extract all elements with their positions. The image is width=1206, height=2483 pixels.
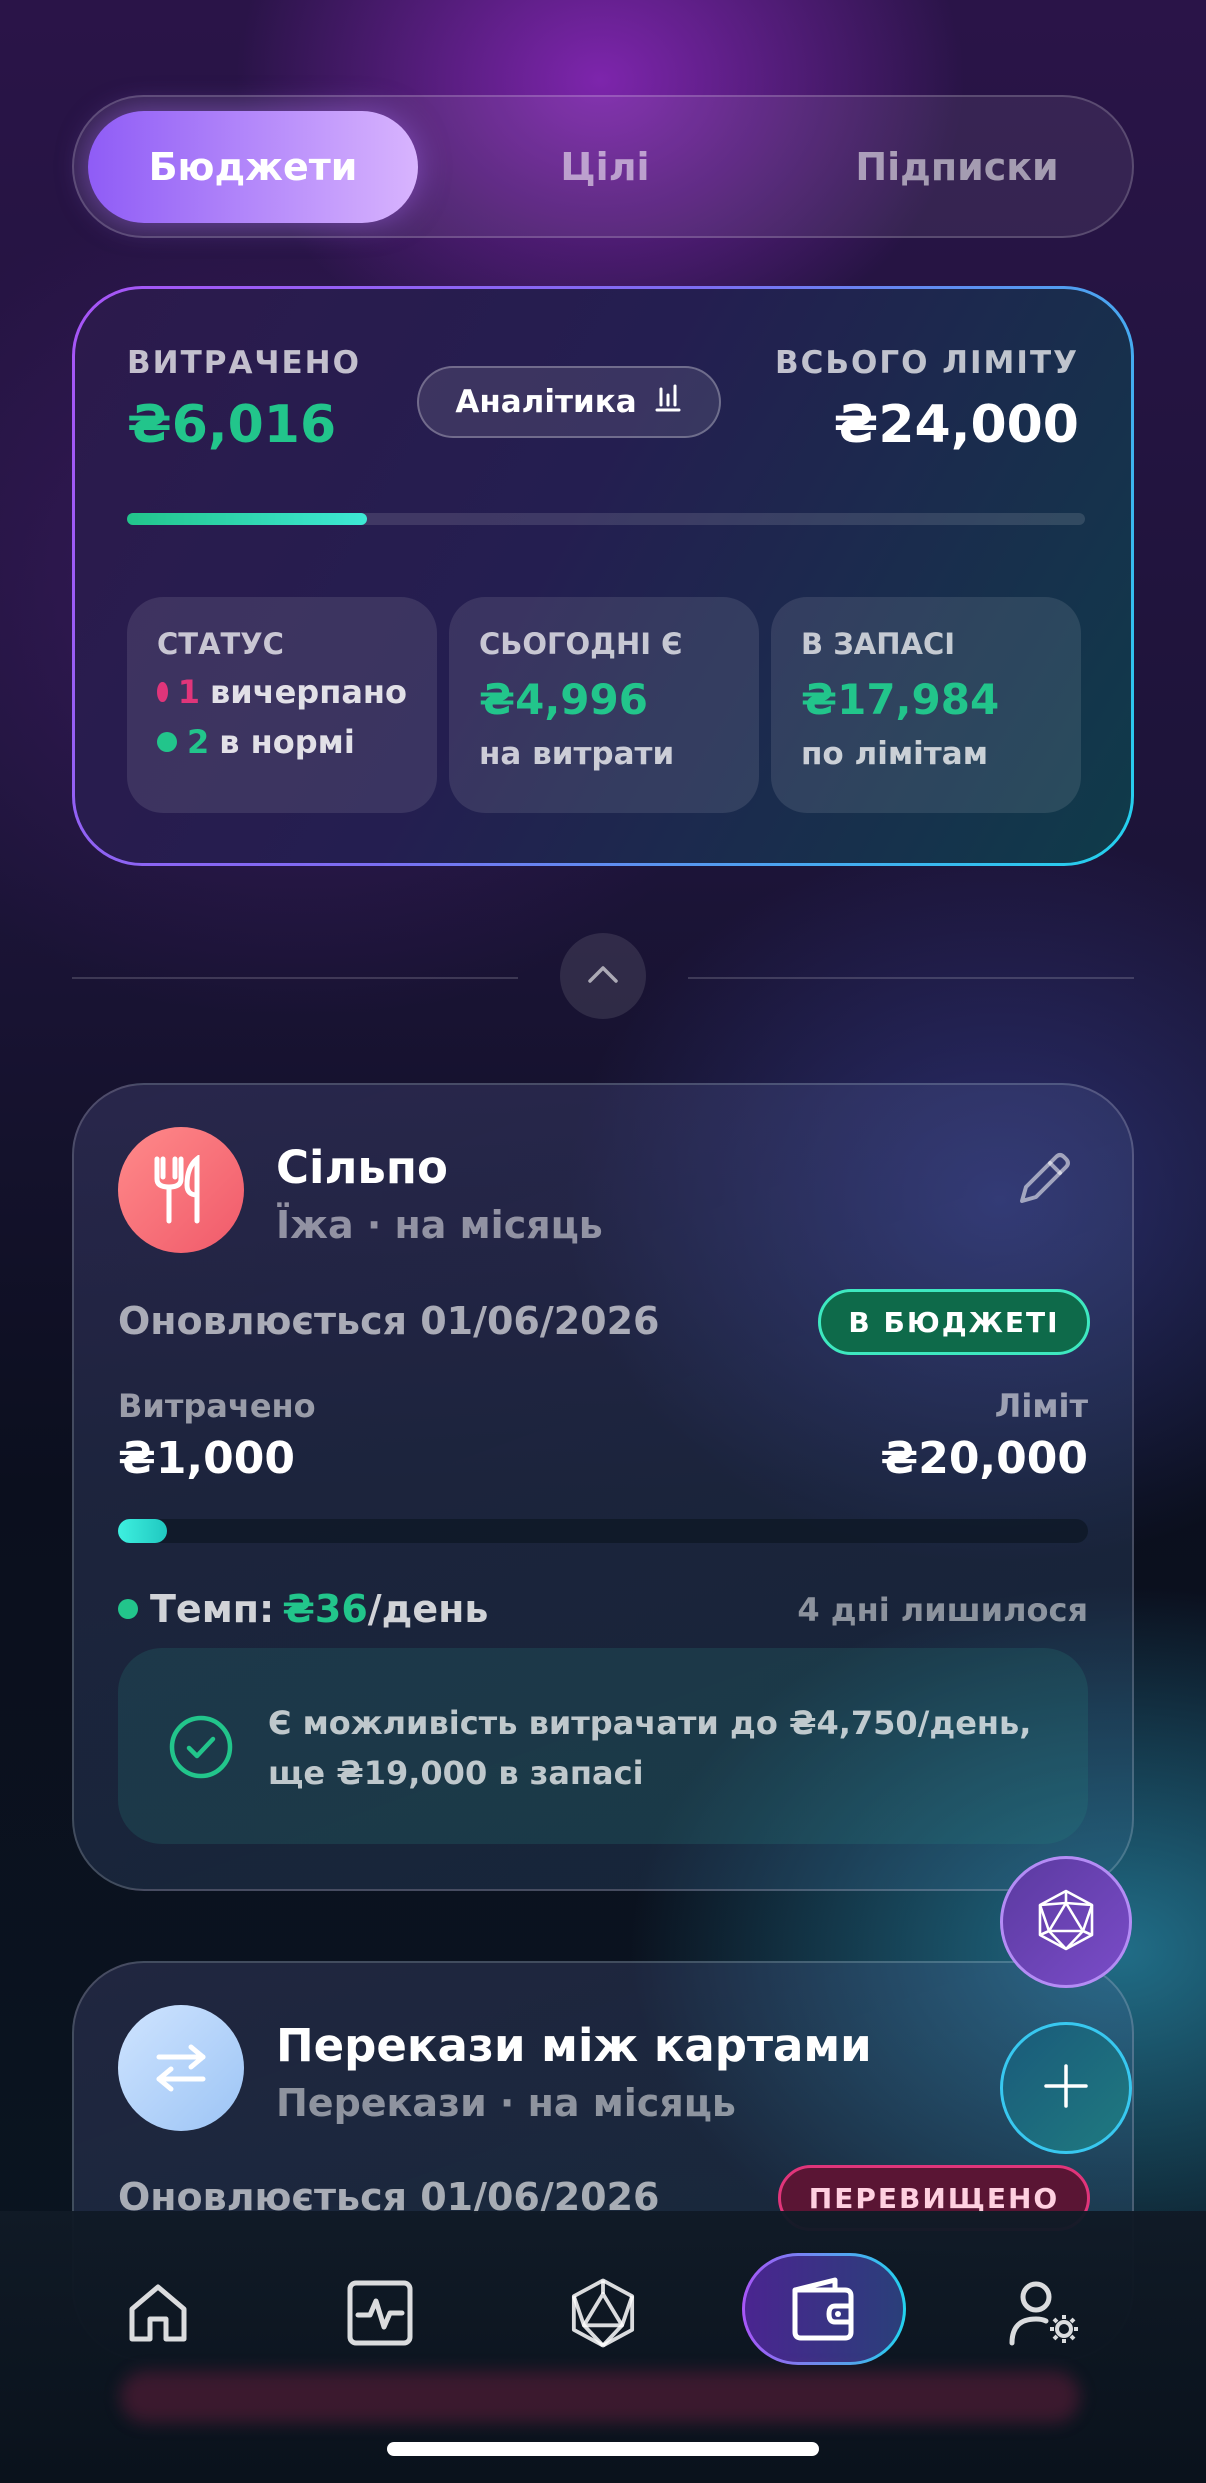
tempo-unit: /день <box>367 1587 489 1631</box>
analytics-label: Аналітика <box>455 384 637 420</box>
wallet-icon[interactable] <box>742 2253 906 2365</box>
reserve-label: В ЗАПАСІ <box>801 627 956 661</box>
spent-value: ₴1,000 <box>118 1433 295 1484</box>
status-exhausted: 1 вичерпано <box>157 673 407 711</box>
pencil-icon[interactable] <box>1014 1149 1074 1213</box>
summary-card: ВИТРАЧЕНО ₴6,016 Аналітика ВСЬОГО ЛІМІТУ… <box>72 286 1134 866</box>
red-dot-icon <box>157 682 168 702</box>
budget-name: Перекази між картами <box>276 2019 872 2072</box>
reserve-value: ₴17,984 <box>801 675 1000 724</box>
today-sub: на витрати <box>479 736 675 772</box>
budget-subtitle: Їжа · на місяць <box>276 1203 603 1247</box>
budget-progress-fill <box>118 1519 167 1543</box>
tempo-label: Темп: <box>150 1587 275 1631</box>
add-budget-button[interactable] <box>1000 2022 1132 2154</box>
status-ok: 2 в нормі <box>157 723 407 761</box>
tab-goals[interactable]: Цілі <box>440 111 770 223</box>
ok-text: в нормі <box>219 723 355 761</box>
status-badge: В БЮДЖЕТІ <box>818 1289 1090 1355</box>
green-dot-icon <box>157 732 177 752</box>
tab-budgets[interactable]: Бюджети <box>88 111 418 223</box>
days-left: 4 дні лишилося <box>797 1591 1088 1629</box>
today-label: СЬОГОДНІ Є <box>479 627 683 661</box>
tip-text: Є можливість витрачати до ₴4,750/день, щ… <box>268 1704 1032 1792</box>
ok-count: 2 <box>187 723 210 761</box>
reserve-sub: по лімітам <box>801 736 989 772</box>
tempo: Темп: ₴36/день <box>118 1587 488 1631</box>
tip-box: Є можливість витрачати до ₴4,750/день, щ… <box>118 1648 1088 1844</box>
activity-icon[interactable] <box>320 2253 440 2373</box>
total-progress-fill <box>127 513 367 525</box>
profile-settings-icon[interactable] <box>986 2253 1106 2373</box>
budget-subtitle: Перекази · на місяць <box>276 2081 736 2125</box>
tab-subscriptions[interactable]: Підписки <box>792 111 1122 223</box>
budget-name: Сільпо <box>276 1141 448 1194</box>
ai-icon[interactable] <box>543 2253 663 2373</box>
status-tile: СТАТУС 1 вичерпано 2 в нормі <box>127 597 437 813</box>
tempo-value: ₴36 <box>282 1587 368 1631</box>
total-progress-bar <box>127 513 1085 525</box>
limit-value: ₴24,000 <box>833 395 1079 455</box>
spent-value: ₴6,016 <box>127 395 337 455</box>
limit-label: Ліміт <box>994 1387 1088 1425</box>
transfer-arrows-icon <box>118 2005 244 2131</box>
check-circle-icon <box>168 1714 234 1784</box>
today-value: ₴4,996 <box>479 675 648 724</box>
fork-knife-icon <box>118 1127 244 1253</box>
limit-value: ₴20,000 <box>880 1433 1088 1484</box>
chevron-up-icon <box>586 963 620 989</box>
segmented-tabs: Бюджети Цілі Підписки <box>72 95 1134 238</box>
bar-chart-icon <box>653 383 683 421</box>
exhausted-text: вичерпано <box>209 673 407 711</box>
collapse-button[interactable] <box>560 933 646 1019</box>
home-indicator <box>387 2442 819 2456</box>
green-dot-icon <box>118 1599 138 1619</box>
home-icon[interactable] <box>98 2253 218 2373</box>
divider-left <box>72 977 518 979</box>
divider-right <box>688 977 1134 979</box>
icosahedron-icon <box>1033 1887 1099 1957</box>
exhausted-count: 1 <box>177 673 200 711</box>
status-label: СТАТУС <box>157 627 284 661</box>
ghost-overflow <box>120 2371 1080 2423</box>
budget-card[interactable]: Сільпо Їжа · на місяць Оновлюється 01/06… <box>72 1083 1134 1891</box>
plus-icon <box>1040 2060 1092 2116</box>
renew-date: Оновлюється 01/06/2026 <box>118 1299 660 1343</box>
analytics-button[interactable]: Аналітика <box>417 366 721 438</box>
ai-assistant-button[interactable] <box>1000 1856 1132 1988</box>
spent-label: Витрачено <box>118 1387 316 1425</box>
reserve-tile: В ЗАПАСІ ₴17,984 по лімітам <box>771 597 1081 813</box>
spent-label: ВИТРАЧЕНО <box>127 345 361 381</box>
today-tile: СЬОГОДНІ Є ₴4,996 на витрати <box>449 597 759 813</box>
budget-progress-bar <box>118 1519 1088 1543</box>
limit-label: ВСЬОГО ЛІМІТУ <box>775 345 1079 381</box>
